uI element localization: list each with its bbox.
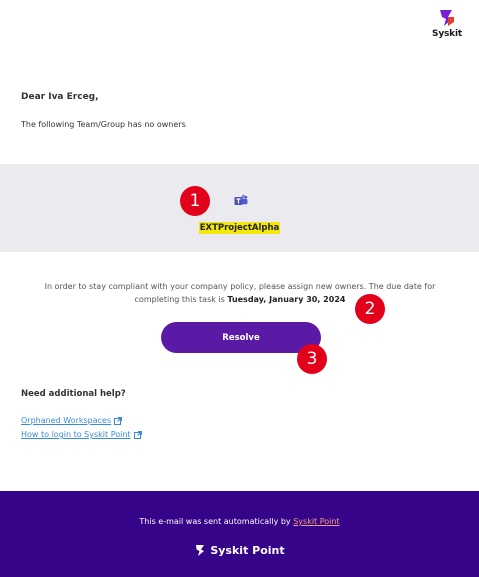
footer-brand: Syskit Point: [0, 544, 479, 557]
greeting: Dear Iva Erceg,: [21, 92, 99, 102]
step-marker-3: 3: [297, 344, 327, 374]
resolve-button[interactable]: Resolve: [161, 322, 321, 353]
login-guide-link[interactable]: How to login to Syskit Point: [21, 430, 142, 439]
footer-brand-text: Syskit Point: [210, 544, 285, 557]
syskit-logo-icon: [440, 10, 454, 26]
group-band: [0, 164, 479, 252]
intro-text: The following Team/Group has no owners: [21, 120, 186, 129]
login-guide-link-label[interactable]: How to login to Syskit Point: [21, 430, 131, 439]
step-marker-1: 1: [180, 186, 210, 216]
logo-text: Syskit: [432, 29, 462, 39]
help-title: Need additional help?: [21, 389, 126, 399]
external-link-icon: [133, 430, 142, 439]
step-marker-2: 2: [355, 294, 385, 324]
footer: This e-mail was sent automatically by Sy…: [0, 491, 479, 577]
syskit-logo: Syskit: [427, 8, 467, 39]
footer-note: This e-mail was sent automatically by Sy…: [0, 517, 479, 526]
syskit-point-link[interactable]: Syskit Point: [293, 517, 339, 526]
group-name: EXTProjectAlpha: [0, 222, 479, 234]
due-date: Tuesday, January 30, 2024: [227, 295, 346, 304]
syskit-point-logo-icon: [196, 545, 205, 556]
group-name-label: EXTProjectAlpha: [198, 222, 281, 234]
footer-note-text: This e-mail was sent automatically by: [139, 517, 294, 526]
teams-icon: [234, 194, 248, 205]
external-link-icon: [114, 416, 123, 425]
policy-text: In order to stay compliant with your com…: [24, 280, 456, 306]
orphaned-workspaces-link[interactable]: Orphaned Workspaces: [21, 416, 123, 425]
email-container: Syskit Dear Iva Erceg, The following Tea…: [0, 0, 479, 577]
orphaned-workspaces-link-label[interactable]: Orphaned Workspaces: [21, 416, 111, 425]
